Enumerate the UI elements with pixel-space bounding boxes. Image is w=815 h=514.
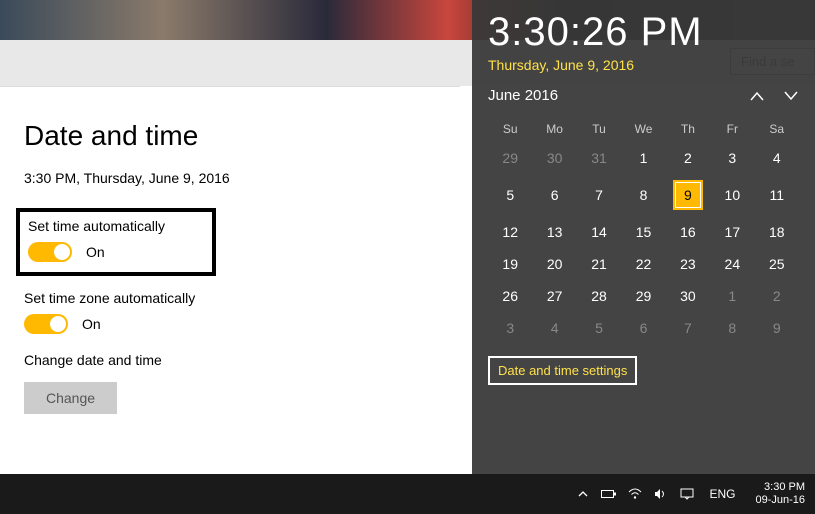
calendar-day[interactable]: 20 <box>532 248 576 280</box>
calendar-day[interactable]: 25 <box>755 248 799 280</box>
volume-icon[interactable] <box>653 486 669 502</box>
battery-icon[interactable] <box>601 486 617 502</box>
calendar-day[interactable]: 5 <box>577 312 621 344</box>
page-title: Date and time <box>24 120 436 152</box>
calendar-prev-icon[interactable] <box>749 88 765 104</box>
calendar-day[interactable]: 6 <box>532 174 576 216</box>
calendar-day[interactable]: 27 <box>532 280 576 312</box>
current-datetime: 3:30 PM, Thursday, June 9, 2016 <box>24 170 436 186</box>
calendar-day[interactable]: 3 <box>710 142 754 174</box>
calendar-day[interactable]: 2 <box>666 142 710 174</box>
calendar-day[interactable]: 17 <box>710 216 754 248</box>
calendar-next-icon[interactable] <box>783 88 799 104</box>
calendar-weekday: Mo <box>532 116 576 142</box>
calendar-day[interactable]: 15 <box>621 216 665 248</box>
language-indicator[interactable]: ENG <box>709 487 735 501</box>
change-button[interactable]: Change <box>24 382 117 414</box>
calendar-day[interactable]: 14 <box>577 216 621 248</box>
divider <box>0 86 460 87</box>
calendar-day[interactable]: 31 <box>577 142 621 174</box>
calendar-day[interactable]: 4 <box>532 312 576 344</box>
calendar-day[interactable]: 30 <box>532 142 576 174</box>
calendar-day[interactable]: 9 <box>666 174 710 216</box>
highlight-auto-time: Set time automatically On <box>16 208 216 276</box>
calendar-day[interactable]: 3 <box>488 312 532 344</box>
calendar-weekday: We <box>621 116 665 142</box>
calendar-weekday: Sa <box>755 116 799 142</box>
action-center-icon[interactable] <box>679 486 695 502</box>
calendar-weekday: Th <box>666 116 710 142</box>
calendar-day[interactable]: 24 <box>710 248 754 280</box>
flyout-time: 3:30:26 PM <box>488 10 799 55</box>
calendar-day[interactable]: 18 <box>755 216 799 248</box>
calendar-day[interactable]: 16 <box>666 216 710 248</box>
wifi-icon[interactable] <box>627 486 643 502</box>
calendar-day[interactable]: 2 <box>755 280 799 312</box>
calendar-month[interactable]: June 2016 <box>488 87 558 104</box>
calendar-day[interactable]: 4 <box>755 142 799 174</box>
calendar-day[interactable]: 29 <box>488 142 532 174</box>
calendar-day[interactable]: 13 <box>532 216 576 248</box>
calendar-weekday: Tu <box>577 116 621 142</box>
taskbar-clock-time: 3:30 PM <box>755 481 805 494</box>
auto-time-toggle[interactable] <box>28 242 72 262</box>
calendar-day[interactable]: 22 <box>621 248 665 280</box>
tray-chevron-up-icon[interactable] <box>575 486 591 502</box>
calendar-day[interactable]: 6 <box>621 312 665 344</box>
calendar-day[interactable]: 8 <box>710 312 754 344</box>
calendar-day[interactable]: 29 <box>621 280 665 312</box>
calendar-day[interactable]: 1 <box>621 142 665 174</box>
calendar-day[interactable]: 11 <box>755 174 799 216</box>
calendar-day[interactable]: 26 <box>488 280 532 312</box>
calendar-weekday: Su <box>488 116 532 142</box>
calendar-day[interactable]: 21 <box>577 248 621 280</box>
auto-tz-toggle[interactable] <box>24 314 68 334</box>
taskbar-clock[interactable]: 3:30 PM 09-Jun-16 <box>755 481 805 507</box>
taskbar-clock-date: 09-Jun-16 <box>755 494 805 507</box>
calendar-day[interactable]: 23 <box>666 248 710 280</box>
auto-tz-state: On <box>82 316 101 332</box>
calendar-weekday: Fr <box>710 116 754 142</box>
calendar-grid: SuMoTuWeThFrSa 2930311234567891011121314… <box>488 116 799 344</box>
calendar-day[interactable]: 30 <box>666 280 710 312</box>
settings-pane: Date and time 3:30 PM, Thursday, June 9,… <box>0 120 460 432</box>
calendar-day[interactable]: 1 <box>710 280 754 312</box>
calendar-day[interactable]: 10 <box>710 174 754 216</box>
flyout-date[interactable]: Thursday, June 9, 2016 <box>488 57 799 73</box>
change-dt-heading: Change date and time <box>24 352 436 368</box>
clock-calendar-flyout: 3:30:26 PM Thursday, June 9, 2016 June 2… <box>472 0 815 474</box>
calendar-day[interactable]: 9 <box>755 312 799 344</box>
calendar-day[interactable]: 19 <box>488 248 532 280</box>
calendar-day[interactable]: 7 <box>666 312 710 344</box>
calendar-day[interactable]: 5 <box>488 174 532 216</box>
auto-time-state: On <box>86 244 105 260</box>
calendar-day[interactable]: 8 <box>621 174 665 216</box>
taskbar: ENG 3:30 PM 09-Jun-16 <box>0 474 815 514</box>
auto-tz-label: Set time zone automatically <box>24 290 436 306</box>
calendar-day[interactable]: 28 <box>577 280 621 312</box>
date-time-settings-link[interactable]: Date and time settings <box>488 356 637 385</box>
calendar-day[interactable]: 7 <box>577 174 621 216</box>
calendar-day[interactable]: 12 <box>488 216 532 248</box>
auto-time-label: Set time automatically <box>28 218 204 234</box>
